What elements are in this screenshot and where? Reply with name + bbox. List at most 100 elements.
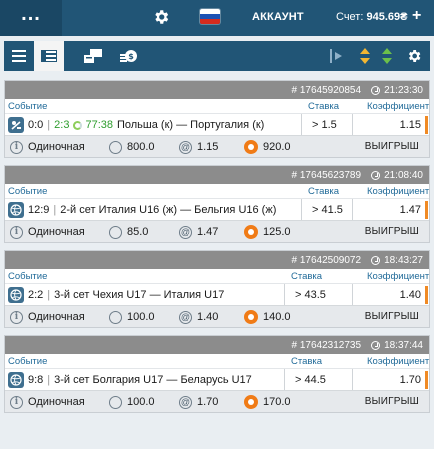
bet-time: 18:37:44	[384, 339, 423, 351]
bet-payout: 140.0	[244, 309, 291, 325]
bet-card[interactable]: # 17642312735 18:37:44 Событие Ставка Ко…	[4, 335, 430, 413]
coef-column-label: Коэффициент	[367, 356, 430, 367]
event-cell: 12:9 | 2-й сет Италия U16 (ж) — Бельгия …	[5, 199, 302, 221]
multi-bet-button[interactable]	[78, 41, 108, 71]
event-column-label: Событие	[8, 271, 48, 282]
volleyball-icon	[8, 372, 24, 388]
event-column-label: Событие	[8, 356, 48, 367]
clock-icon	[371, 170, 381, 180]
bet-card[interactable]: # 17645623789 21:08:40 Событие Ставка Ко…	[4, 165, 430, 243]
sort-button[interactable]	[360, 41, 370, 71]
coef-value: 1.47	[399, 204, 421, 216]
bet-payout-value: 920.0	[263, 141, 291, 153]
top-bar: ... АККАУНТ Счет: 945.69₴ +	[0, 0, 434, 36]
bet-footer: i Одиночная 85.0 @1.47 125.0 ВЫИГРЫШ	[5, 220, 429, 242]
gear-icon	[408, 50, 421, 62]
bet-card[interactable]: # 17642509072 18:43:27 Событие Ставка Ко…	[4, 250, 430, 328]
at-icon: @	[179, 225, 192, 239]
bet-id: # 17642312735	[291, 339, 362, 351]
payments-button[interactable]: $	[114, 41, 144, 71]
column-labels: Событие Ставка Коэффициент	[5, 99, 429, 113]
column-labels: Событие Ставка Коэффициент	[5, 269, 429, 283]
bet-type-label: Одиночная	[28, 396, 85, 408]
stake-value: > 44.5	[295, 374, 326, 386]
svg-text:$: $	[128, 52, 134, 61]
status-marker	[425, 371, 428, 389]
bet-odds: @1.70	[179, 394, 218, 410]
filter-button[interactable]	[330, 41, 346, 71]
bet-payout: 920.0	[244, 139, 291, 155]
bet-result: ВЫИГРЫШ	[364, 141, 419, 152]
bet-type[interactable]: i Одиночная	[10, 224, 85, 240]
bet-type-label: Одиночная	[28, 141, 85, 153]
bet-amount: 100.0	[109, 394, 155, 410]
bet-odds-value: 1.15	[197, 141, 219, 153]
stake-cell: > 1.5	[302, 114, 353, 136]
bet-type-label: Одиночная	[28, 311, 85, 323]
clock-icon	[371, 255, 381, 265]
bet-type[interactable]: i Одиночная	[10, 394, 85, 410]
stake-column-label: Ставка	[308, 101, 340, 112]
bet-id: # 17645623789	[291, 169, 362, 181]
bet-event-row: 0:0 | 2:3 77:38 Польша (к) — Португалия …	[5, 113, 429, 136]
balance-label: Счет:	[336, 11, 364, 23]
bet-result: ВЫИГРЫШ	[364, 311, 419, 322]
coef-value: 1.40	[399, 289, 421, 301]
settings-gear-icon[interactable]	[152, 8, 170, 26]
at-icon: @	[179, 310, 192, 324]
bet-payout: 170.0	[244, 394, 291, 410]
bet-odds-value: 1.70	[197, 396, 219, 408]
stake-column-label: Ставка	[291, 271, 323, 282]
info-icon: i	[10, 140, 23, 154]
amount-icon	[109, 225, 122, 239]
bet-event-row: 12:9 | 2-й сет Италия U16 (ж) — Бельгия …	[5, 198, 429, 221]
bet-header: # 17645623789 21:08:40	[5, 166, 429, 184]
bet-type[interactable]: i Одиночная	[10, 139, 85, 155]
sort-button-alt[interactable]	[382, 41, 392, 71]
bet-odds-value: 1.47	[197, 226, 219, 238]
menu-button[interactable]: ...	[0, 0, 62, 36]
payout-icon	[244, 225, 258, 239]
bet-odds-value: 1.40	[197, 311, 219, 323]
divider: |	[53, 204, 57, 216]
bet-type[interactable]: i Одиночная	[10, 309, 85, 325]
bet-result: ВЫИГРЫШ	[364, 226, 419, 237]
clock-icon	[371, 85, 381, 95]
event-cell: 2:2 | 3-й сет Чехия U17 — Италия U17	[5, 284, 285, 306]
event-name: 3-й сет Чехия U17 — Италия U17	[54, 289, 225, 301]
table-view-button[interactable]	[34, 41, 64, 71]
add-funds-button[interactable]: +	[412, 7, 421, 25]
event-column-label: Событие	[8, 101, 48, 112]
sort-arrows-green-icon	[382, 48, 392, 64]
bet-history-list: # 17645920854 21:23:30 Событие Ставка Ко…	[4, 80, 430, 420]
settings-button[interactable]	[406, 41, 422, 71]
list-view-button[interactable]	[4, 41, 34, 71]
stake-value: > 43.5	[295, 289, 326, 301]
amount-icon	[109, 395, 122, 409]
hamburger-icon	[12, 50, 26, 62]
bet-footer: i Одиночная 800.0 @1.15 920.0 ВЫИГРЫШ	[5, 135, 429, 157]
bet-card[interactable]: # 17645920854 21:23:30 Событие Ставка Ко…	[4, 80, 430, 158]
stake-cell: > 43.5	[285, 284, 353, 306]
coef-value: 1.70	[399, 374, 421, 386]
bet-amount: 100.0	[109, 309, 155, 325]
account-link[interactable]: АККАУНТ	[252, 11, 304, 23]
language-flag-icon[interactable]	[200, 9, 220, 24]
payout-icon	[244, 395, 258, 409]
bet-amount-value: 100.0	[127, 311, 155, 323]
divider: |	[47, 119, 51, 131]
bet-result: ВЫИГРЫШ	[364, 396, 419, 407]
coef-cell: 1.40	[353, 284, 429, 306]
coef-column-label: Коэффициент	[367, 101, 430, 112]
bet-id: # 17645920854	[291, 84, 362, 96]
event-name: 3-й сет Болгария U17 — Беларусь U17	[54, 374, 252, 386]
filter-arrow-icon	[330, 49, 342, 63]
live-time: 77:38	[85, 119, 113, 131]
bet-odds: @1.47	[179, 224, 218, 240]
clock-icon	[371, 340, 381, 350]
info-icon: i	[10, 310, 23, 324]
info-icon: i	[10, 395, 23, 409]
sort-arrows-icon	[360, 48, 370, 64]
coef-cell: 1.47	[353, 199, 429, 221]
score: 0:0	[28, 119, 44, 131]
